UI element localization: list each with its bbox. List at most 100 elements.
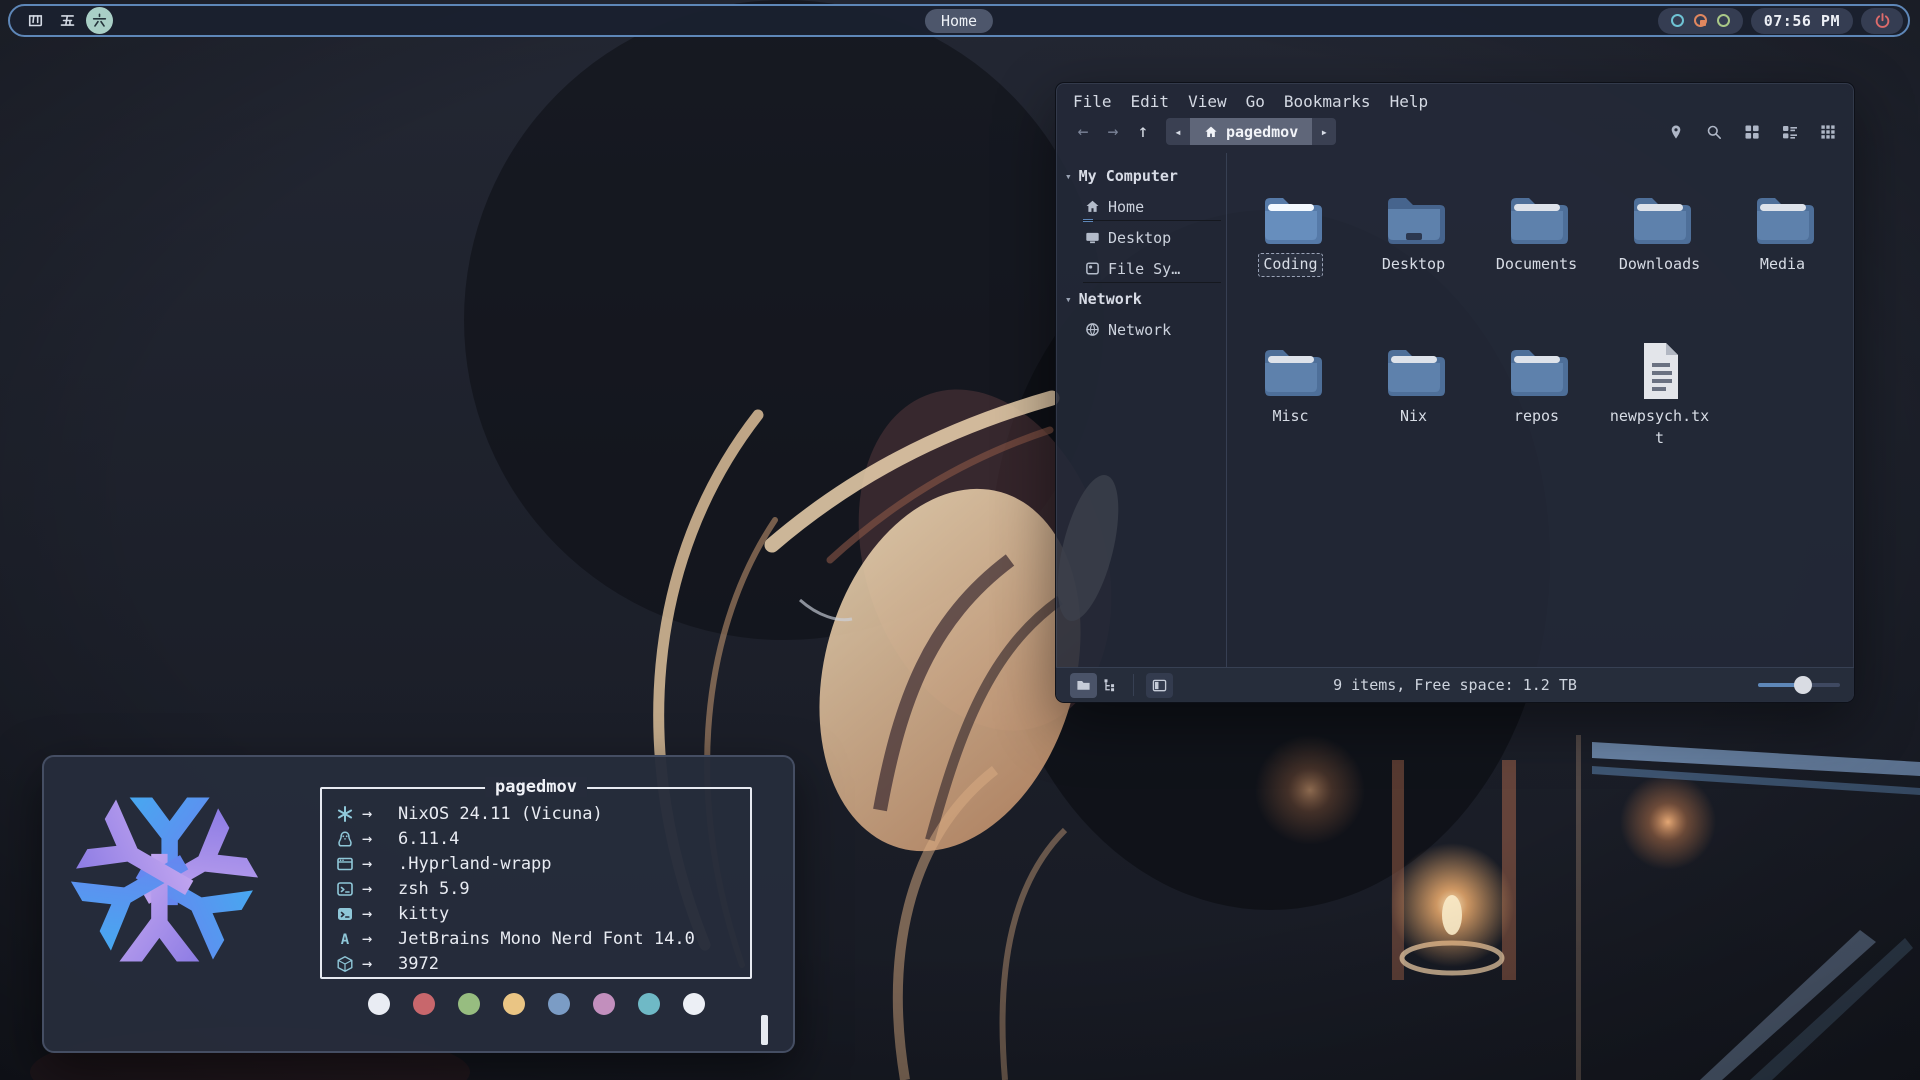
fetch-arrow: →	[362, 854, 398, 874]
fetch-hostname: pagedmov	[485, 777, 587, 797]
file-repos[interactable]: repos	[1478, 339, 1596, 491]
path-segment-home[interactable]: pagedmov	[1190, 118, 1312, 145]
folder-icon	[1382, 339, 1446, 403]
sidebar-item-label: File Sy…	[1108, 260, 1180, 278]
topbar-right: 07:56 PM	[1658, 8, 1908, 34]
compact-view-icon[interactable]	[1782, 124, 1798, 140]
status-indicator-2-icon[interactable]	[1694, 14, 1707, 27]
file-manager-window: File Edit View Go Bookmarks Help ← → ↑ ◂ page…	[1055, 82, 1855, 703]
tree-pane-button[interactable]	[1097, 673, 1124, 698]
sidebar-item-label: Home	[1108, 198, 1144, 216]
file-label: repos	[1509, 405, 1564, 429]
thumbnail-view-icon[interactable]	[1820, 124, 1836, 140]
window-manager-icon	[336, 855, 362, 873]
fetch-value: .Hyprland-wrapp	[398, 854, 552, 874]
folder-icon	[1628, 187, 1692, 251]
tree-icon	[1103, 678, 1118, 693]
fetch-row-terminal: →kitty	[336, 901, 750, 926]
fetch-arrow: →	[362, 879, 398, 899]
chevron-down-icon: ▾	[1065, 170, 1072, 183]
clock: 07:56 PM	[1764, 12, 1840, 30]
fetch-info-box: pagedmov →NixOS 24.11 (Vicuna)→6.11.4→.H…	[320, 787, 752, 979]
menu-item-view[interactable]: View	[1184, 92, 1231, 111]
palette-color-6	[638, 993, 660, 1015]
file-coding[interactable]: Coding	[1232, 187, 1350, 339]
menu-item-bookmarks[interactable]: Bookmarks	[1280, 92, 1375, 111]
location-pin-icon[interactable]	[1668, 124, 1684, 140]
folder-icon	[1505, 339, 1569, 403]
search-icon[interactable]	[1706, 124, 1722, 140]
sidebar-item-filesy[interactable]: File Sy…	[1056, 253, 1226, 284]
file-label: newpsych.txt	[1602, 405, 1718, 451]
terminal-scrollbar[interactable]	[761, 1015, 768, 1045]
sidebar-group-label: Network	[1079, 290, 1142, 308]
sidebar-group-network[interactable]: ▾ Network	[1056, 284, 1226, 314]
workspace-四[interactable]	[22, 7, 49, 34]
path-scroll-left-button[interactable]: ◂	[1166, 118, 1190, 145]
status-indicator-3-icon[interactable]	[1717, 14, 1730, 27]
package-icon	[336, 955, 362, 973]
zoom-slider[interactable]	[1758, 675, 1840, 695]
forward-button[interactable]: →	[1098, 118, 1128, 146]
back-button[interactable]: ←	[1068, 118, 1098, 146]
palette-color-5	[593, 993, 615, 1015]
file-media[interactable]: Media	[1724, 187, 1842, 339]
fetch-row-font: A→JetBrains Mono Nerd Font 14.0	[336, 926, 750, 951]
top-bar: Home 07:56 PM	[8, 4, 1910, 37]
file-label: Coding	[1258, 253, 1322, 277]
sidebar-item-label: Network	[1108, 321, 1171, 339]
chevron-down-icon: ▾	[1065, 293, 1072, 306]
file-manager-body: ▾ My Computer Home Desktop File Sy… ▾ Network N…	[1056, 153, 1854, 667]
places-icon	[1076, 678, 1091, 693]
places-pane-button[interactable]	[1070, 673, 1097, 698]
file-misc[interactable]: Misc	[1232, 339, 1350, 491]
path-scroll-right-button[interactable]: ▸	[1312, 118, 1336, 145]
folder-icon	[1751, 187, 1815, 251]
status-text: 9 items, Free space: 1.2 TB	[1333, 676, 1577, 694]
text-file-icon	[1628, 339, 1692, 403]
sidebar-item-desktop[interactable]: Desktop	[1056, 222, 1226, 253]
workspace-六[interactable]	[86, 7, 113, 34]
folder-icon	[1259, 187, 1323, 251]
palette-color-3	[503, 993, 525, 1015]
sidebar-group-my-computer[interactable]: ▾ My Computer	[1056, 161, 1226, 191]
status-indicator-1-icon[interactable]	[1671, 14, 1684, 27]
fetch-row-nix: →NixOS 24.11 (Vicuna)	[336, 801, 750, 826]
menu-item-file[interactable]: File	[1069, 92, 1116, 111]
menu-item-help[interactable]: Help	[1386, 92, 1433, 111]
slider-thumb[interactable]	[1794, 676, 1812, 694]
file-label: Misc	[1267, 405, 1313, 429]
palette-color-2	[458, 993, 480, 1015]
status-indicators	[1658, 8, 1743, 34]
up-button[interactable]: ↑	[1128, 118, 1158, 146]
terminal-icon	[336, 905, 362, 923]
menu-item-edit[interactable]: Edit	[1127, 92, 1174, 111]
file-label: Media	[1755, 253, 1810, 277]
power-button[interactable]	[1861, 8, 1903, 34]
shell-icon	[336, 880, 362, 898]
terminal-color-palette	[320, 993, 752, 1015]
side-pane-toggle-button[interactable]	[1146, 673, 1173, 698]
path-label: pagedmov	[1226, 123, 1298, 141]
palette-color-7	[683, 993, 705, 1015]
menu-item-go[interactable]: Go	[1242, 92, 1269, 111]
icon-view-icon[interactable]	[1744, 124, 1760, 140]
sidebar-item-network[interactable]: Network	[1056, 314, 1226, 345]
file-desktop[interactable]: Desktop	[1355, 187, 1473, 339]
fetch-arrow: →	[362, 954, 398, 974]
file-downloads[interactable]: Downloads	[1601, 187, 1719, 339]
filesystem-icon	[1085, 261, 1100, 276]
fetch-value: 6.11.4	[398, 829, 459, 849]
fetch-arrow: →	[362, 904, 398, 924]
workspace-switcher	[10, 7, 113, 34]
fetch-value: JetBrains Mono Nerd Font 14.0	[398, 929, 695, 949]
sidebar-item-home[interactable]: Home	[1056, 191, 1226, 222]
file-newpsych-txt[interactable]: newpsych.txt	[1601, 339, 1719, 491]
fetch-value: zsh 5.9	[398, 879, 470, 899]
side-pane-icon	[1152, 678, 1167, 693]
fetch-value: kitty	[398, 904, 449, 924]
workspace-五[interactable]	[54, 7, 81, 34]
file-nix[interactable]: Nix	[1355, 339, 1473, 491]
file-documents[interactable]: Documents	[1478, 187, 1596, 339]
sidebar-group-label: My Computer	[1079, 167, 1178, 185]
